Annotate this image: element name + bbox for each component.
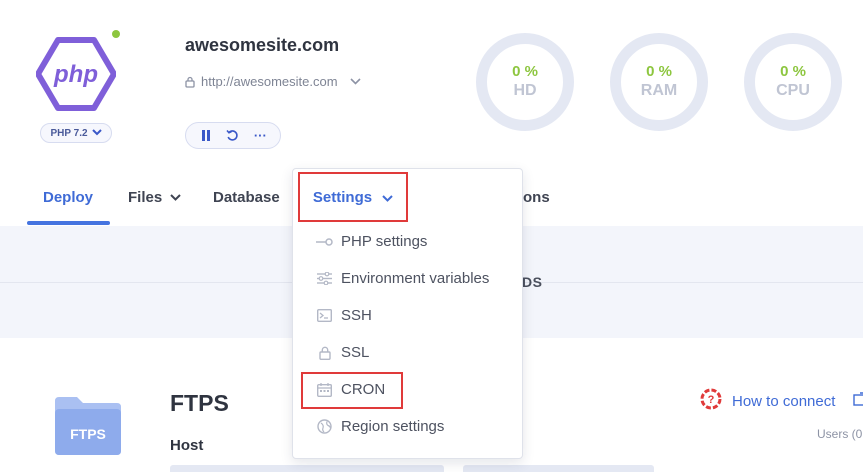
tab-label: Database [213, 189, 280, 206]
gauge-label: CPU [776, 81, 810, 99]
chevron-down-icon [382, 189, 393, 206]
site-name: awesomesite.com [185, 35, 340, 55]
host-input[interactable] [170, 465, 444, 472]
calendar-icon [316, 381, 333, 398]
restart-icon [226, 129, 239, 141]
tab-settings[interactable]: Settings [298, 172, 408, 222]
lock-icon [185, 76, 195, 88]
tab-deploy[interactable]: Deploy [43, 189, 93, 206]
site-url-text: http://awesomesite.com [201, 74, 338, 89]
tab-partial-label[interactable]: ons [523, 189, 550, 206]
status-indicator [112, 30, 120, 38]
section-heading-partial: DS [522, 274, 543, 290]
tab-database[interactable]: Database [213, 189, 280, 206]
host-label: Host [170, 437, 204, 454]
menu-item-ssh[interactable]: SSH [316, 307, 372, 324]
chevron-down-icon [91, 128, 102, 138]
help-lifebuoy-icon: ? [700, 388, 722, 414]
users-count: Users (0 [817, 427, 863, 441]
globe-icon [316, 418, 333, 435]
restart-button[interactable] [222, 125, 244, 147]
menu-item-label: PHP settings [341, 233, 428, 250]
tab-label: Settings [312, 188, 373, 206]
menu-item-region-settings[interactable]: Region settings [316, 418, 444, 435]
gauge-hd: 0 % HD [476, 33, 574, 131]
chevron-down-icon[interactable] [349, 76, 361, 88]
menu-item-label: SSL [341, 344, 370, 361]
lock-icon [316, 344, 333, 361]
toggle-key-icon [316, 233, 333, 250]
gauge-value: 0 % [512, 63, 538, 81]
pause-icon [201, 130, 210, 141]
gauge-value: 0 % [646, 63, 672, 81]
tab-label: Files [128, 189, 163, 206]
port-input[interactable] [463, 465, 654, 472]
gauge-value: 0 % [780, 63, 806, 81]
sliders-icon [316, 270, 333, 287]
menu-item-label: Environment variables [341, 270, 490, 287]
terminal-icon [316, 307, 333, 324]
logo-text: php [53, 61, 98, 88]
gauge-label: RAM [640, 81, 678, 99]
how-to-connect-link[interactable]: ? How to connect [700, 388, 835, 414]
app-control-group: ··· [185, 122, 281, 149]
more-options-button[interactable]: ··· [249, 125, 271, 147]
external-link-icon[interactable] [853, 392, 863, 409]
gauge-ram: 0 % RAM [610, 33, 708, 131]
ftps-badge-text: FTPS [70, 426, 106, 442]
menu-item-label: SSH [341, 307, 372, 324]
ftps-title: FTPS [170, 390, 229, 416]
gauge-cpu: 0 % CPU [744, 33, 842, 131]
site-url[interactable]: http://awesomesite.com [185, 74, 361, 89]
menu-item-ssl[interactable]: SSL [316, 344, 369, 361]
active-tab-indicator [27, 221, 110, 225]
tab-files[interactable]: Files [128, 189, 181, 206]
pause-button[interactable] [195, 125, 217, 147]
tab-label: Deploy [43, 189, 94, 206]
how-to-connect-label: How to connect [732, 392, 836, 410]
menu-item-label: CRON [341, 381, 386, 398]
php-version-selector[interactable]: PHP 7.2 [40, 123, 112, 143]
menu-item-label: Region settings [341, 418, 445, 435]
ftps-folder-icon: FTPS [55, 397, 121, 455]
menu-item-php-settings[interactable]: PHP settings [316, 233, 427, 250]
menu-item-cron[interactable]: CRON [316, 381, 385, 398]
php-version-label: PHP 7.2 [50, 127, 88, 139]
gauge-label: HD [513, 81, 537, 99]
chevron-down-icon [170, 194, 181, 201]
menu-item-environment-variables[interactable]: Environment variables [316, 270, 489, 287]
php-logo: php [35, 36, 117, 112]
svg-text:?: ? [708, 394, 715, 406]
